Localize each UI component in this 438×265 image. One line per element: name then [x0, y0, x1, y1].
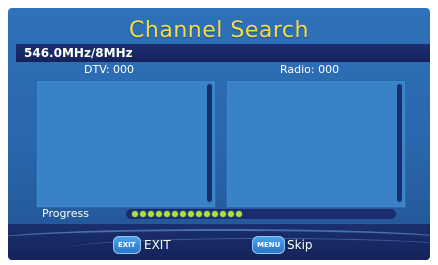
progress-dot [164, 211, 170, 217]
progress-dot [132, 211, 138, 217]
progress-dot [236, 211, 242, 217]
skip-button-label[interactable]: Skip [287, 236, 313, 254]
progress-dot [220, 211, 226, 217]
exit-button-label[interactable]: EXIT [144, 236, 171, 254]
menu-key-icon[interactable]: MENU [252, 236, 286, 254]
dtv-count: DTV: 000 [84, 63, 135, 76]
progress-dot [156, 211, 162, 217]
progress-label: Progress [42, 207, 89, 220]
progress-dot [140, 211, 146, 217]
progress-dot [212, 211, 218, 217]
progress-fill [132, 209, 242, 219]
footer-bar: EXIT EXIT MENU Skip [8, 224, 430, 260]
progress-dot [204, 211, 210, 217]
progress-dot [180, 211, 186, 217]
exit-key-icon[interactable]: EXIT [113, 236, 141, 254]
frequency-label: 546.0MHz/8MHz [24, 46, 133, 60]
progress-dot [148, 211, 154, 217]
progress-bar [126, 209, 396, 219]
progress-dot [228, 211, 234, 217]
screen-title: Channel Search [129, 18, 309, 43]
frequency-bar: 546.0MHz/8MHz [16, 44, 430, 62]
radio-channel-list [226, 80, 406, 208]
channel-search-screen: Channel Search 546.0MHz/8MHz DTV: 000 Ra… [8, 8, 430, 260]
radio-count: Radio: 000 [280, 63, 340, 76]
dtv-list-scrollbar[interactable] [207, 84, 212, 202]
dtv-channel-list [36, 80, 216, 208]
progress-dot [188, 211, 194, 217]
progress-dot [172, 211, 178, 217]
progress-dot [196, 211, 202, 217]
radio-list-scrollbar[interactable] [397, 84, 402, 202]
